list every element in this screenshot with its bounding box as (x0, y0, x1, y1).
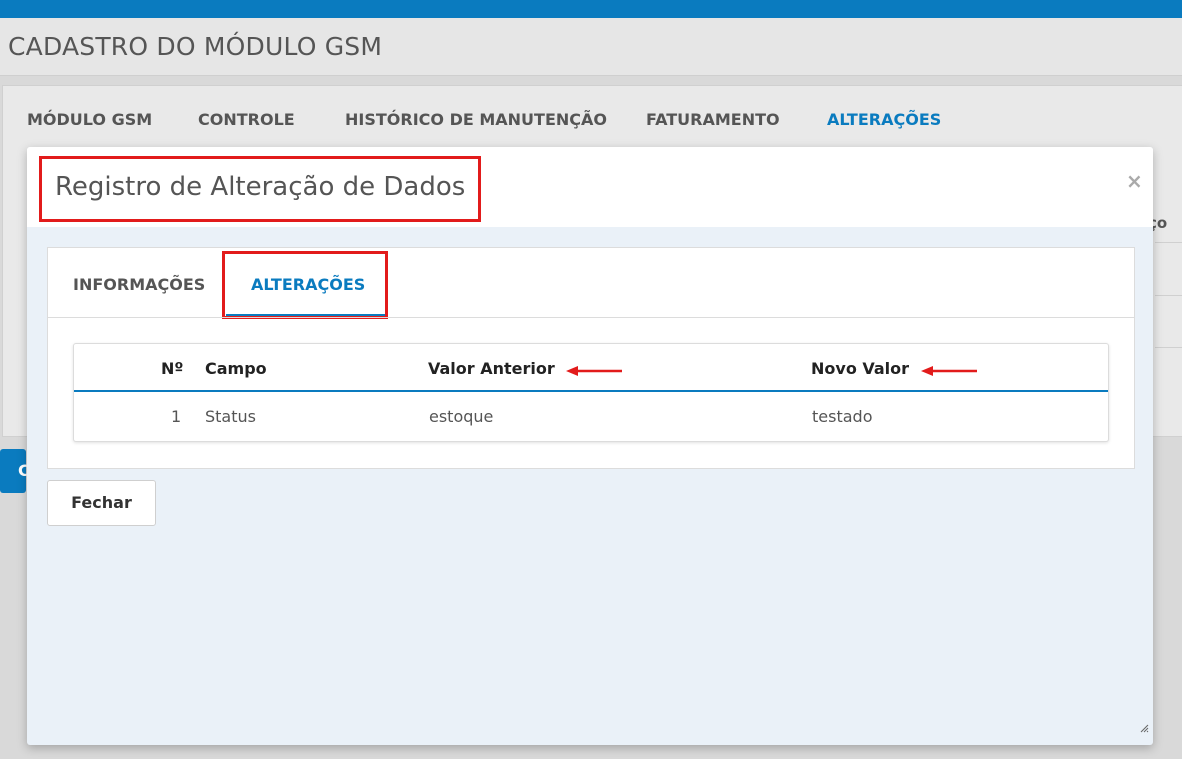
modal-tab-card: INFORMAÇÕES ALTERAÇÕES Nº Campo Valor An… (47, 247, 1135, 469)
column-header-num: Nº (161, 359, 184, 378)
change-log-modal: Registro de Alteração de Dados × INFORMA… (27, 147, 1153, 745)
tab-controle[interactable]: CONTROLE (198, 110, 295, 129)
cell-campo: Status (205, 407, 256, 426)
resize-handle-icon[interactable] (1139, 723, 1149, 733)
changes-table: Nº Campo Valor Anterior Novo Valor 1 Sta… (73, 343, 1109, 442)
header-underline (74, 390, 1108, 392)
top-bar (0, 0, 1182, 18)
tab-informacoes[interactable]: INFORMAÇÕES (73, 275, 205, 294)
title-highlight-box (39, 156, 481, 222)
page-title: CADASTRO DO MÓDULO GSM (8, 32, 383, 61)
close-icon[interactable]: × (1126, 169, 1143, 193)
tab-divider (48, 317, 1134, 318)
column-header-novo-valor: Novo Valor (811, 359, 910, 378)
column-header-campo: Campo (205, 359, 267, 378)
column-header-valor-anterior: Valor Anterior (428, 359, 555, 378)
cell-num: 1 (171, 407, 182, 426)
tab-highlight-box (222, 251, 388, 319)
arrow-left-icon (566, 366, 622, 376)
close-button[interactable]: Fechar (47, 480, 156, 526)
cell-valor-anterior: estoque (429, 407, 494, 426)
modal-header: Registro de Alteração de Dados × (27, 147, 1153, 227)
tab-alteracoes[interactable]: ALTERAÇÕES (827, 110, 941, 129)
tab-faturamento[interactable]: FATURAMENTO (646, 110, 780, 129)
tab-historico-manutencao[interactable]: HISTÓRICO DE MANUTENÇÃO (345, 110, 607, 129)
partial-primary-button[interactable]: C (0, 449, 30, 493)
cell-novo-valor: testado (812, 407, 873, 426)
arrow-left-icon (921, 366, 977, 376)
tab-modulo-gsm[interactable]: MÓDULO GSM (27, 110, 152, 129)
